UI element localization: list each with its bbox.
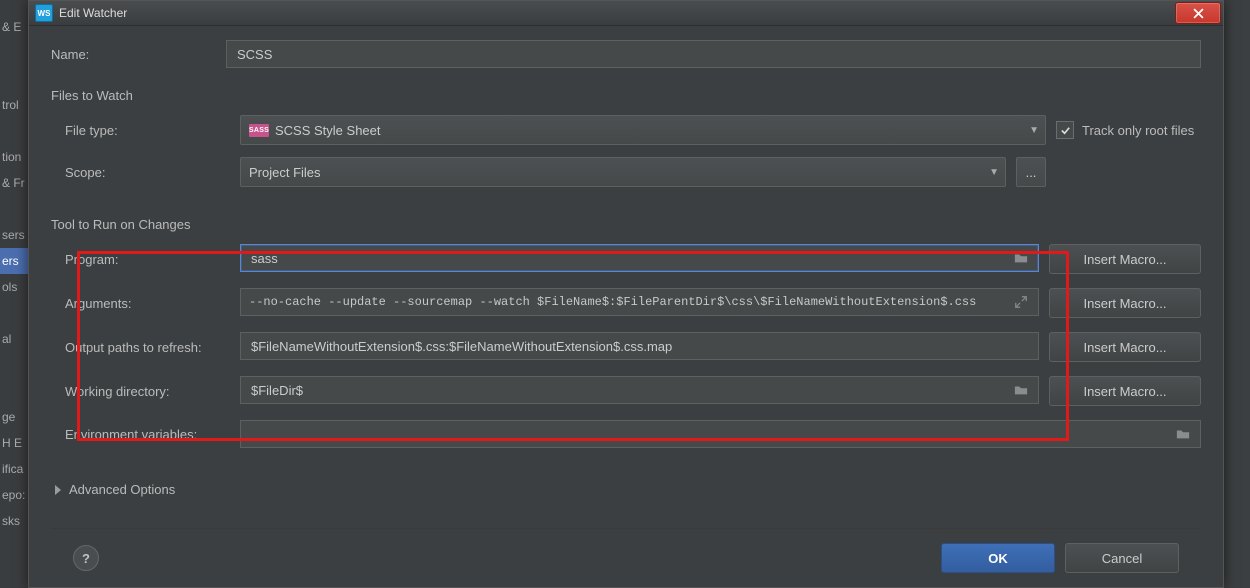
env-vars-input[interactable] (249, 426, 1174, 443)
scope-label: Scope: (51, 165, 240, 180)
background-sidebar-item: al (0, 326, 30, 352)
background-sidebar-item: ge (0, 404, 30, 430)
arguments-field[interactable]: --no-cache --update --sourcemap --watch … (240, 288, 1039, 316)
output-paths-label: Output paths to refresh: (51, 340, 240, 355)
background-sidebar-item: sers (0, 222, 30, 248)
insert-macro-program-button[interactable]: Insert Macro... (1049, 244, 1201, 274)
arguments-input[interactable]: --no-cache --update --sourcemap --watch … (249, 295, 1012, 309)
background-sidebar-item: sks (0, 508, 30, 534)
background-sidebar-item (0, 378, 30, 404)
folder-icon[interactable] (1013, 251, 1031, 265)
scope-value: Project Files (249, 165, 983, 180)
name-input[interactable] (235, 46, 1192, 63)
chevron-down-icon: ▼ (989, 167, 999, 178)
insert-macro-arguments-button[interactable]: Insert Macro... (1049, 288, 1201, 318)
app-badge-icon: WS (35, 4, 53, 22)
background-sidebar-item (0, 300, 30, 326)
background-sidebar-item: ifica (0, 456, 30, 482)
background-sidebar-item (0, 66, 30, 92)
dialog-title: Edit Watcher (59, 6, 127, 20)
track-root-checkbox[interactable] (1056, 121, 1074, 139)
chevron-down-icon: ▼ (1029, 125, 1039, 136)
tool-header: Tool to Run on Changes (51, 217, 1201, 232)
background-sidebar-item: & Fr (0, 170, 30, 196)
background-sidebar-item: trol (0, 92, 30, 118)
expand-triangle-icon (55, 485, 61, 495)
output-paths-input[interactable] (249, 338, 1030, 355)
output-paths-field[interactable] (240, 332, 1039, 360)
program-field[interactable] (240, 244, 1039, 272)
edit-watcher-dialog: WS Edit Watcher Name: Files to Watch Fil… (28, 0, 1224, 588)
working-dir-input[interactable] (249, 382, 1013, 399)
expand-icon[interactable] (1012, 295, 1030, 309)
check-icon (1060, 125, 1071, 136)
dialog-titlebar: WS Edit Watcher (29, 1, 1223, 26)
help-button[interactable]: ? (73, 545, 99, 571)
file-type-value: SCSS Style Sheet (275, 123, 1023, 138)
working-dir-label: Working directory: (51, 384, 240, 399)
folder-icon[interactable] (1013, 383, 1031, 397)
background-sidebar-item: H E (0, 430, 30, 456)
ok-button[interactable]: OK (941, 543, 1055, 573)
background-settings-sidebar: & E trol tion& Fr sersersols al geH Eificaepo… (0, 0, 31, 588)
track-root-label: Track only root files (1082, 123, 1194, 138)
name-field[interactable] (226, 40, 1201, 68)
program-input[interactable] (249, 250, 1013, 267)
dialog-footer: ? OK Cancel (51, 528, 1201, 587)
scope-more-button[interactable]: ... (1016, 157, 1046, 187)
cancel-button[interactable]: Cancel (1065, 543, 1179, 573)
files-to-watch-header: Files to Watch (51, 88, 1201, 103)
env-vars-label: Environment variables: (51, 427, 240, 442)
background-sidebar-item (0, 196, 30, 222)
background-sidebar-item: ers (0, 248, 30, 274)
track-root-checkbox-wrap[interactable]: Track only root files (1056, 115, 1194, 145)
background-sidebar-item (0, 118, 30, 144)
background-sidebar-item: & E (0, 14, 30, 40)
background-sidebar-item (0, 352, 30, 378)
advanced-options-label: Advanced Options (69, 482, 175, 497)
close-button[interactable] (1175, 2, 1221, 24)
background-sidebar-item (0, 40, 30, 66)
close-icon (1193, 8, 1204, 19)
arguments-label: Arguments: (51, 296, 240, 311)
scope-combo[interactable]: Project Files ▼ (240, 157, 1006, 187)
env-vars-field[interactable] (240, 420, 1201, 448)
background-sidebar-item: ols (0, 274, 30, 300)
file-type-label: File type: (51, 123, 240, 138)
background-sidebar-item: tion (0, 144, 30, 170)
folder-icon[interactable] (1174, 427, 1192, 441)
insert-macro-workdir-button[interactable]: Insert Macro... (1049, 376, 1201, 406)
program-label: Program: (51, 252, 240, 267)
name-label: Name: (51, 47, 226, 62)
background-sidebar-item: epo: (0, 482, 30, 508)
file-type-combo[interactable]: SASS SCSS Style Sheet ▼ (240, 115, 1046, 145)
insert-macro-output-button[interactable]: Insert Macro... (1049, 332, 1201, 362)
working-dir-field[interactable] (240, 376, 1039, 404)
advanced-options-toggle[interactable]: Advanced Options (51, 482, 1201, 497)
sass-icon: SASS (249, 124, 269, 137)
